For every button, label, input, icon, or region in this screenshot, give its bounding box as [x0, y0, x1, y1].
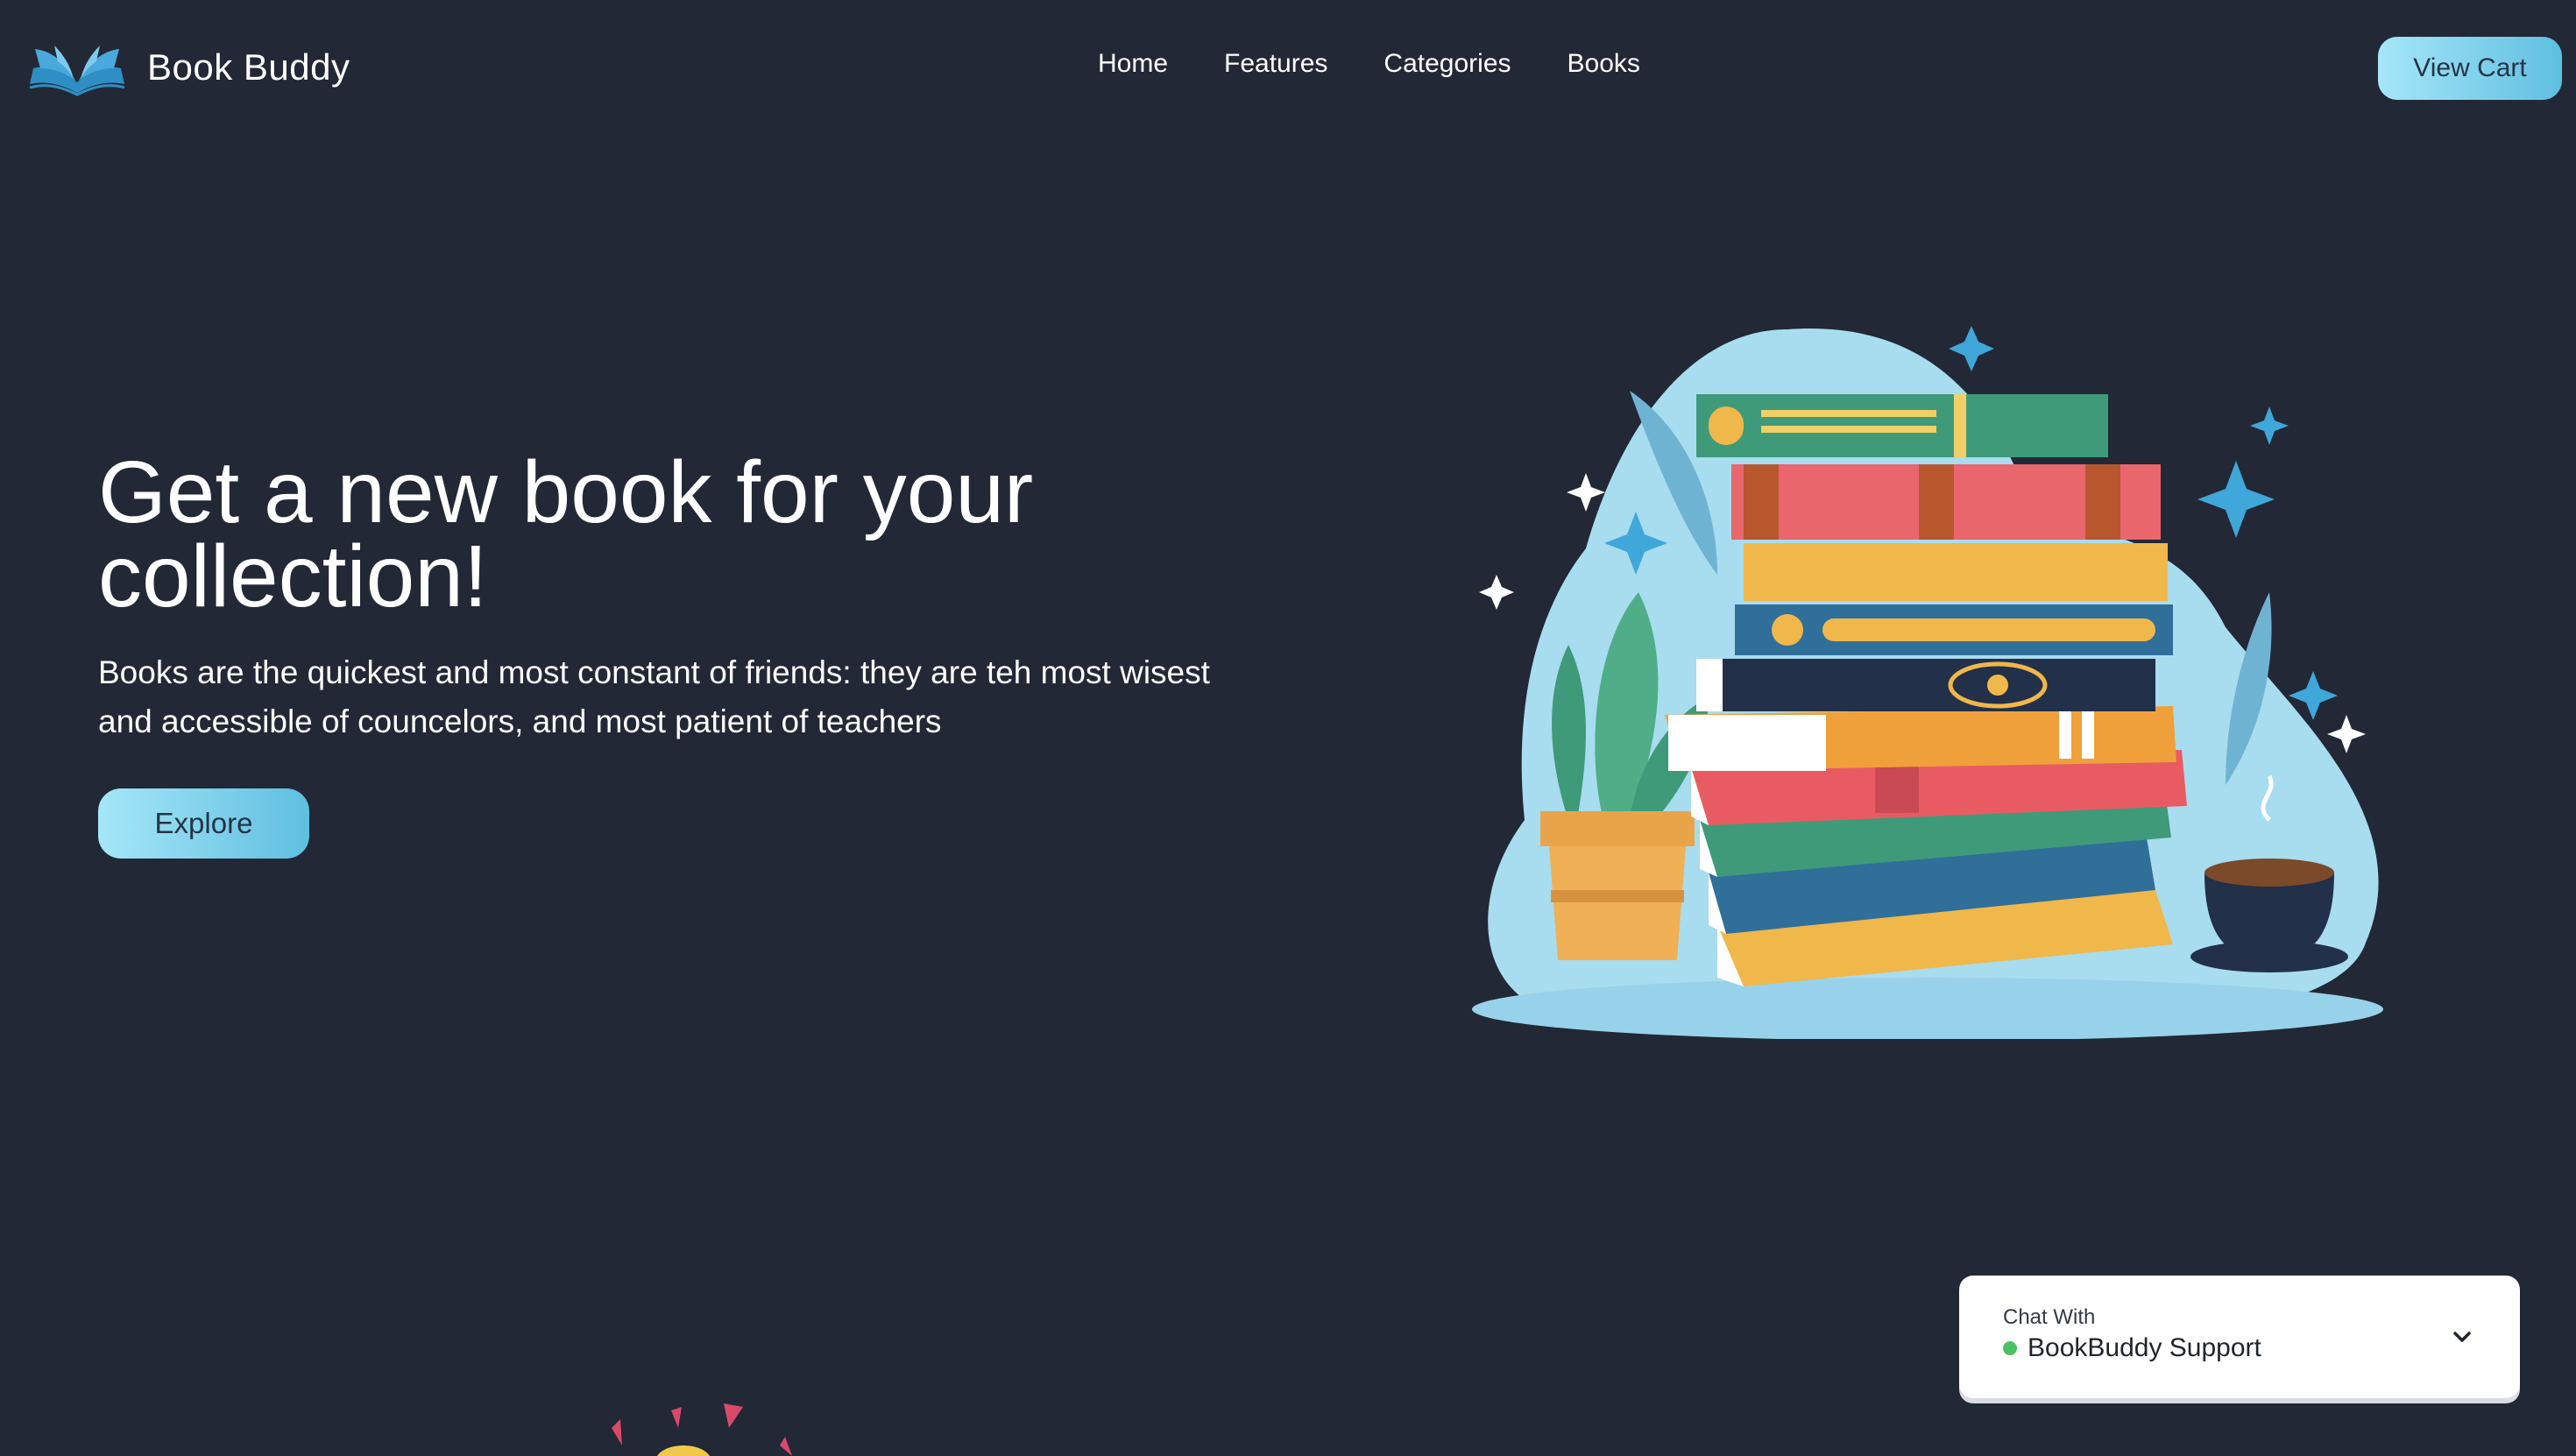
brand-name: Book Buddy	[147, 46, 350, 88]
open-book-icon	[29, 46, 125, 96]
nav-link-home[interactable]: Home	[1098, 49, 1168, 79]
hero-subtitle: Books are the quickest and most constant…	[98, 654, 1210, 739]
chevron-down-icon[interactable]	[2445, 1319, 2480, 1354]
view-cart-button[interactable]: View Cart	[2378, 37, 2562, 100]
navbar: Book Buddy Home Features Categories Book…	[0, 0, 2576, 137]
chat-status: BookBuddy Support	[2003, 1333, 2261, 1363]
nav-link-books[interactable]: Books	[1568, 49, 1640, 79]
page: Book Buddy Home Features Categories Book…	[0, 0, 2576, 1456]
hero-title: Get a new book for your collection!	[98, 443, 1034, 626]
online-status-dot	[2003, 1341, 2017, 1355]
explore-button[interactable]: Explore	[98, 788, 309, 859]
nav-links: Home Features Categories Books	[1098, 49, 1640, 79]
nav-link-features[interactable]: Features	[1224, 49, 1327, 79]
sun-decoration-icon	[612, 1403, 792, 1456]
chat-label: Chat With	[2003, 1305, 2096, 1329]
book-stack-illustration	[1472, 326, 2383, 1039]
chat-widget[interactable]: Chat With BookBuddy Support	[1959, 1276, 2520, 1398]
chat-support-name: BookBuddy Support	[2028, 1333, 2261, 1362]
brand[interactable]: Book Buddy	[28, 39, 350, 96]
nav-link-categories[interactable]: Categories	[1384, 49, 1511, 79]
